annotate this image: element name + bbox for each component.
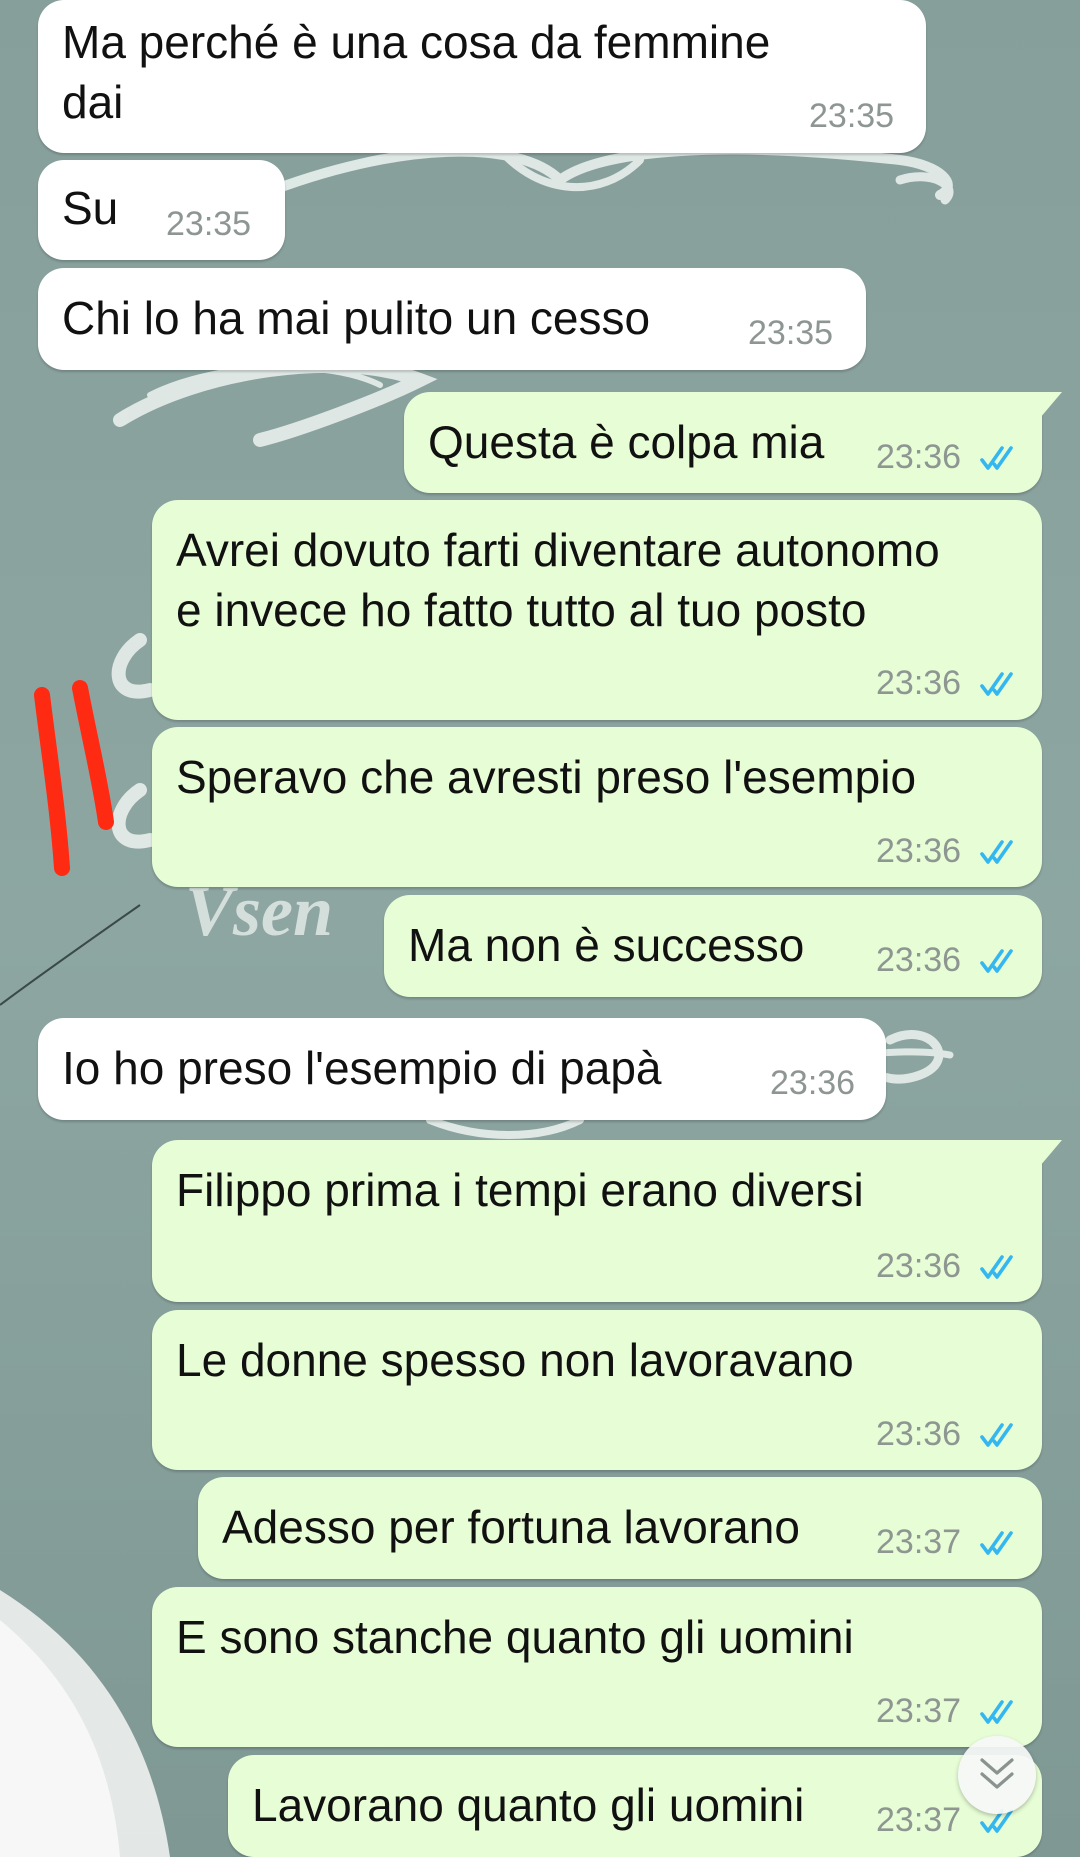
outgoing-message[interactable]: Speravo che avresti preso l'esempio 23:3… — [152, 727, 1042, 887]
read-double-tick-icon — [980, 672, 1013, 696]
incoming-message[interactable]: Chi lo ha mai pulito un cesso 23:35 — [38, 268, 866, 370]
message-text: Ma non è successo — [408, 919, 805, 971]
message-timestamp: 23:36 — [876, 1415, 962, 1453]
message-timestamp: 23:36 — [876, 438, 962, 476]
outgoing-message[interactable]: Questa è colpa mia 23:36 — [404, 392, 1062, 493]
message-timestamp: 23:37 — [876, 1692, 962, 1730]
outgoing-message[interactable]: Ma non è successo 23:36 — [384, 895, 1042, 997]
message-text: Filippo prima i tempi erano diversi — [176, 1164, 864, 1216]
message-timestamp: 23:36 — [876, 1247, 962, 1285]
message-timestamp: 23:36 — [876, 941, 962, 979]
outgoing-message[interactable]: Adesso per fortuna lavorano 23:37 — [198, 1477, 1042, 1579]
read-double-tick-icon — [980, 1700, 1013, 1724]
scroll-to-bottom-button[interactable] — [958, 1736, 1036, 1814]
message-text: Adesso per fortuna lavorano — [222, 1501, 800, 1553]
message-text: Chi lo ha mai pulito un cesso — [62, 292, 651, 344]
read-double-tick-icon — [980, 446, 1013, 470]
outgoing-message[interactable]: E sono stanche quanto gli uomini 23:37 — [152, 1587, 1042, 1747]
outgoing-message[interactable]: Filippo prima i tempi erano diversi 23:3… — [152, 1140, 1062, 1302]
message-text: Questa è colpa mia — [428, 416, 825, 468]
read-double-tick-icon — [980, 1531, 1013, 1555]
message-timestamp: 23:37 — [876, 1801, 962, 1839]
message-text: Le donne spesso non lavoravano — [176, 1334, 854, 1386]
message-timestamp: 23:36 — [770, 1064, 856, 1102]
read-double-tick-icon — [980, 1255, 1013, 1279]
message-timestamp: 23:35 — [748, 314, 834, 352]
message-text: Speravo che avresti preso l'esempio — [176, 751, 917, 803]
message-text: Lavorano quanto gli uomini — [252, 1779, 805, 1831]
message-timestamp: 23:35 — [809, 97, 895, 135]
message-timestamp: 23:35 — [166, 205, 252, 243]
message-text: Ma perché è una cosa da femmine dai — [62, 16, 771, 128]
outgoing-message[interactable]: Avrei dovuto farti diventare autonomo e … — [152, 500, 1042, 720]
message-text: Io ho preso l'esempio di papà — [62, 1042, 662, 1094]
message-text: E sono stanche quanto gli uomini — [176, 1611, 854, 1663]
message-timestamp: 23:36 — [876, 832, 962, 870]
incoming-message[interactable]: Su 23:35 — [38, 160, 285, 260]
message-timestamp: 23:36 — [876, 664, 962, 702]
outgoing-message[interactable]: Le donne spesso non lavoravano 23:36 — [152, 1310, 1042, 1470]
double-chevron-down-icon — [980, 1758, 1014, 1789]
message-text: Su — [62, 182, 119, 234]
incoming-message[interactable]: Io ho preso l'esempio di papà 23:36 — [38, 1018, 886, 1120]
read-double-tick-icon — [980, 949, 1013, 973]
message-timestamp: 23:37 — [876, 1523, 962, 1561]
message-text: Avrei dovuto farti diventare autonomo e … — [176, 524, 940, 636]
read-double-tick-icon — [980, 840, 1013, 864]
outgoing-message[interactable]: Lavorano quanto gli uomini 23:37 — [228, 1755, 1042, 1857]
read-double-tick-icon — [980, 1423, 1013, 1447]
incoming-message[interactable]: Ma perché è una cosa da femmine dai 23:3… — [38, 0, 926, 153]
